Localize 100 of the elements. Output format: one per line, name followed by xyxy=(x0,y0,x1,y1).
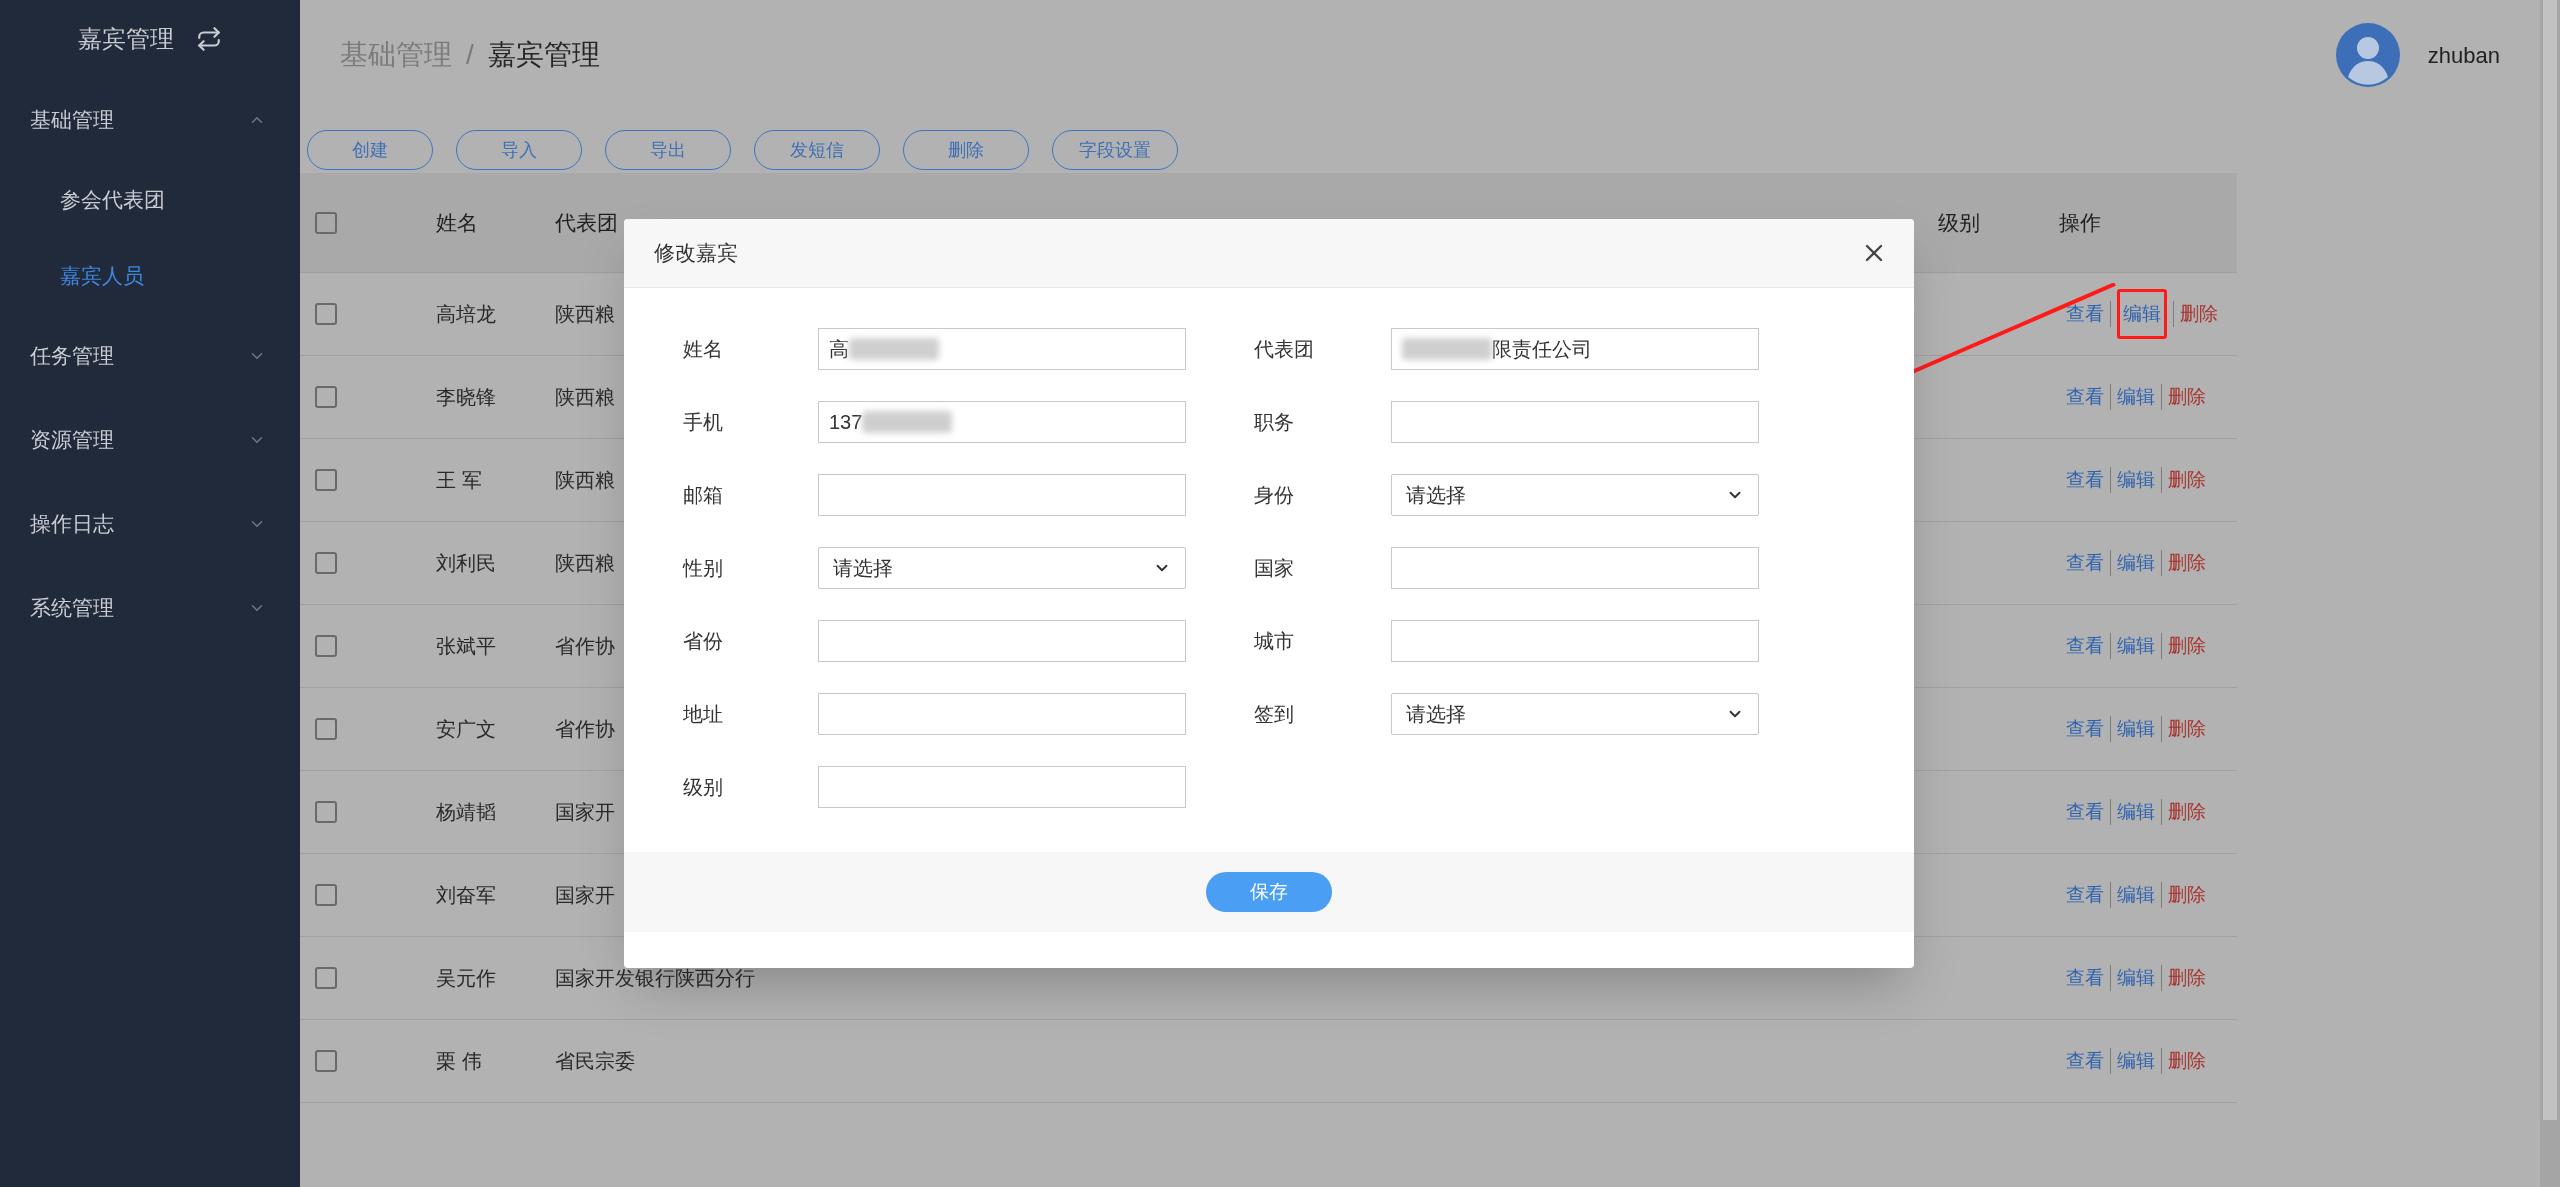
field-label: 姓名 xyxy=(683,337,724,362)
table-cell-text: 栗 伟 xyxy=(436,1049,483,1074)
column-header: 姓名 xyxy=(436,209,479,236)
view-link[interactable]: 查看 xyxy=(2066,465,2104,495)
delete-link[interactable]: 删除 xyxy=(2168,1046,2206,1076)
delete-link[interactable]: 删除 xyxy=(2168,631,2206,661)
delete-link[interactable]: 删除 xyxy=(2168,548,2206,578)
column-header: 级别 xyxy=(1938,209,1981,236)
delete-link[interactable]: 删除 xyxy=(2168,714,2206,744)
view-link[interactable]: 查看 xyxy=(2066,548,2104,578)
menu-item[interactable]: 资源管理 xyxy=(0,398,300,482)
edit-link[interactable]: 编辑 xyxy=(2123,302,2161,324)
input-field[interactable] xyxy=(818,474,1186,516)
input-field[interactable] xyxy=(818,620,1186,662)
username[interactable]: zhuban xyxy=(2427,38,2500,72)
table-cell-text: 刘利民 xyxy=(436,551,497,576)
dialog-title: 修改嘉宾 xyxy=(654,240,738,267)
menu-item[interactable]: 基础管理 xyxy=(0,78,300,162)
table-cell-text: 高培龙 xyxy=(436,302,497,327)
field-label: 代表团 xyxy=(1254,337,1315,362)
breadcrumb-current: 嘉宾管理 xyxy=(487,38,600,72)
checkbox[interactable] xyxy=(315,718,337,740)
table-cell-text: 王 军 xyxy=(436,468,483,493)
checkbox[interactable] xyxy=(315,211,337,234)
select-field[interactable]: 请选择 xyxy=(818,547,1186,589)
input-field[interactable]: 限责任公司 xyxy=(1391,328,1759,370)
edit-link[interactable]: 编辑 xyxy=(2117,963,2155,993)
field-label: 职务 xyxy=(1254,410,1295,435)
edit-link[interactable]: 编辑 xyxy=(2117,548,2155,578)
view-link[interactable]: 查看 xyxy=(2066,631,2104,661)
field-label: 级别 xyxy=(683,775,724,800)
input-field[interactable] xyxy=(818,766,1186,808)
table-cell: 省作协 xyxy=(555,718,615,740)
input-field[interactable]: 高 xyxy=(818,328,1186,370)
table-cell: 陕西粮 xyxy=(555,386,615,408)
menu-item[interactable]: 任务管理 xyxy=(0,314,300,398)
menu-item[interactable]: 系统管理 xyxy=(0,566,300,650)
edit-link[interactable]: 编辑 xyxy=(2117,382,2155,412)
table-cell: 陕西粮 xyxy=(555,469,615,491)
table-cell: 陕西粮 xyxy=(555,552,615,574)
field-label: 城市 xyxy=(1254,629,1295,654)
field-label: 省份 xyxy=(683,629,724,654)
table-cell-text: 刘奋军 xyxy=(436,883,497,908)
edit-link[interactable]: 编辑 xyxy=(2117,714,2155,744)
swap-icon[interactable] xyxy=(196,26,222,52)
field-label: 性别 xyxy=(683,556,724,581)
submenu-item[interactable]: 嘉宾人员 xyxy=(0,238,300,314)
checkbox[interactable] xyxy=(315,303,337,325)
table-cell-text: 吴元作 xyxy=(436,966,497,991)
table-cell-text: 杨靖韬 xyxy=(436,800,497,825)
view-link[interactable]: 查看 xyxy=(2066,299,2104,329)
menu-item[interactable]: 操作日志 xyxy=(0,482,300,566)
checkbox[interactable] xyxy=(315,1050,337,1072)
checkbox[interactable] xyxy=(315,884,337,906)
field-label: 地址 xyxy=(683,702,724,727)
field-label: 身份 xyxy=(1254,483,1295,508)
table-cell: 陕西粮 xyxy=(555,303,615,325)
delete-link[interactable]: 删除 xyxy=(2168,880,2206,910)
delete-link[interactable]: 删除 xyxy=(2168,465,2206,495)
submenu-item[interactable]: 参会代表团 xyxy=(0,162,300,238)
table-cell: 省作协 xyxy=(555,635,615,657)
save-button[interactable]: 保存 xyxy=(1206,872,1332,912)
field-label: 签到 xyxy=(1254,702,1295,727)
avatar-icon[interactable] xyxy=(2335,23,2400,87)
field-label: 国家 xyxy=(1254,556,1295,581)
column-header: 代表团 xyxy=(555,209,619,236)
input-field[interactable] xyxy=(1391,547,1759,589)
scrollbar[interactable] xyxy=(2540,0,2560,1187)
view-link[interactable]: 查看 xyxy=(2066,382,2104,412)
delete-link[interactable]: 删除 xyxy=(2168,382,2206,412)
checkbox[interactable] xyxy=(315,801,337,823)
view-link[interactable]: 查看 xyxy=(2066,1046,2104,1076)
checkbox[interactable] xyxy=(315,635,337,657)
select-field[interactable]: 请选择 xyxy=(1391,693,1759,735)
checkbox[interactable] xyxy=(315,469,337,491)
delete-link[interactable]: 删除 xyxy=(2180,299,2218,329)
view-link[interactable]: 查看 xyxy=(2066,797,2104,827)
breadcrumb-separator: / xyxy=(466,38,474,72)
edit-link[interactable]: 编辑 xyxy=(2117,631,2155,661)
sidebar-title: 嘉宾管理 xyxy=(78,24,174,54)
edit-link[interactable]: 编辑 xyxy=(2117,1046,2155,1076)
edit-link[interactable]: 编辑 xyxy=(2117,465,2155,495)
input-field[interactable] xyxy=(1391,620,1759,662)
delete-link[interactable]: 删除 xyxy=(2168,797,2206,827)
select-field[interactable]: 请选择 xyxy=(1391,474,1759,516)
table-cell-text: 张斌平 xyxy=(436,634,497,659)
view-link[interactable]: 查看 xyxy=(2066,880,2104,910)
edit-link[interactable]: 编辑 xyxy=(2117,880,2155,910)
input-field[interactable] xyxy=(818,693,1186,735)
checkbox[interactable] xyxy=(315,967,337,989)
checkbox[interactable] xyxy=(315,386,337,408)
view-link[interactable]: 查看 xyxy=(2066,714,2104,744)
input-field[interactable] xyxy=(1391,401,1759,443)
view-link[interactable]: 查看 xyxy=(2066,963,2104,993)
edit-link[interactable]: 编辑 xyxy=(2117,797,2155,827)
table-cell-text: 李晓锋 xyxy=(436,385,497,410)
checkbox[interactable] xyxy=(315,552,337,574)
input-field[interactable]: 137 xyxy=(818,401,1186,443)
field-label: 手机 xyxy=(683,410,724,435)
delete-link[interactable]: 删除 xyxy=(2168,963,2206,993)
